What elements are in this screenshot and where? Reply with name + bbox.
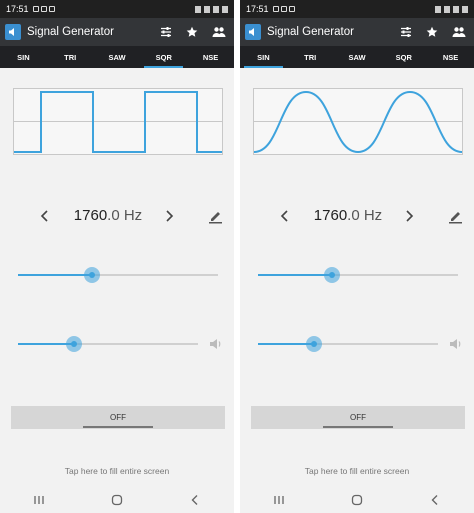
phone-screen-right: 17:51 Signal Generator SIN TRI SAW SQR N… (240, 0, 474, 513)
volume-slider[interactable] (258, 334, 438, 354)
frequency-readout: 1760.0 Hz (58, 207, 158, 224)
tab-tri[interactable]: TRI (47, 46, 94, 68)
frequency-row: 1760.0 Hz (240, 204, 474, 230)
volume-slider[interactable] (18, 334, 198, 354)
status-bar: 17:51 (240, 0, 474, 18)
fill-screen-hint[interactable]: Tap here to fill entire screen (0, 466, 234, 476)
tab-sqr[interactable]: SQR (380, 46, 427, 68)
tab-sin[interactable]: SIN (0, 46, 47, 68)
app-bar: Signal Generator (0, 18, 234, 46)
home-icon[interactable] (111, 494, 123, 506)
chevron-left-icon[interactable] (278, 209, 292, 223)
recents-icon[interactable] (273, 495, 285, 505)
system-nav-bar (240, 486, 474, 513)
tab-sin[interactable]: SIN (240, 46, 287, 68)
system-nav-bar (0, 486, 234, 513)
frequency-integer: 1760 (313, 207, 348, 224)
star-icon[interactable] (426, 26, 438, 38)
app-bar: Signal Generator (240, 18, 474, 46)
frequency-slider[interactable] (258, 265, 458, 285)
notification-icons (272, 6, 295, 12)
tab-tri[interactable]: TRI (287, 46, 334, 68)
app-title: Signal Generator (27, 26, 114, 38)
off-button[interactable]: OFF (11, 406, 225, 429)
status-time: 17:51 (246, 4, 269, 14)
waveform-tabs: SIN TRI SAW SQR NSE (0, 46, 234, 68)
home-icon[interactable] (351, 494, 363, 506)
slider-fill (258, 274, 332, 276)
equalizer-icon[interactable] (160, 26, 172, 38)
app-logo-icon (5, 24, 21, 40)
pencil-icon[interactable] (448, 209, 463, 224)
slider-fill (18, 274, 92, 276)
slider-thumb[interactable] (324, 267, 340, 283)
frequency-fraction-unit: .0 Hz (107, 207, 143, 224)
chevron-right-icon[interactable] (402, 209, 416, 223)
tab-sqr[interactable]: SQR (140, 46, 187, 68)
waveform-display (253, 88, 463, 155)
tab-saw[interactable]: SAW (94, 46, 141, 68)
fill-screen-hint[interactable]: Tap here to fill entire screen (240, 466, 474, 476)
equalizer-icon[interactable] (400, 26, 412, 38)
off-button[interactable]: OFF (251, 406, 465, 429)
slider-thumb[interactable] (84, 267, 100, 283)
tab-nse[interactable]: NSE (427, 46, 474, 68)
frequency-row: 1760.0 Hz (0, 204, 234, 230)
status-bar: 17:51 (0, 0, 234, 18)
back-icon[interactable] (429, 494, 441, 506)
recents-icon[interactable] (33, 495, 45, 505)
slider-thumb[interactable] (305, 336, 322, 352)
status-time: 17:51 (6, 4, 29, 14)
frequency-slider[interactable] (18, 265, 218, 285)
system-status-icons (195, 5, 228, 13)
volume-icon (210, 339, 221, 349)
chevron-right-icon[interactable] (162, 209, 176, 223)
slider-thumb[interactable] (65, 336, 82, 352)
frequency-readout: 1760.0 Hz (298, 207, 398, 224)
tab-nse[interactable]: NSE (187, 46, 234, 68)
tab-saw[interactable]: SAW (334, 46, 381, 68)
phone-screen-left: 17:51 Signal Generator SIN TRI SAW SQR N… (0, 0, 234, 513)
waveform-display (13, 88, 223, 155)
app-title: Signal Generator (267, 26, 354, 38)
app-logo-icon (245, 24, 261, 40)
frequency-fraction-unit: .0 Hz (347, 207, 383, 224)
chevron-left-icon[interactable] (38, 209, 52, 223)
system-status-icons (435, 5, 468, 13)
star-icon[interactable] (186, 26, 198, 38)
people-icon[interactable] (452, 26, 466, 38)
waveform-tabs: SIN TRI SAW SQR NSE (240, 46, 474, 68)
volume-icon (450, 339, 461, 349)
back-icon[interactable] (189, 494, 201, 506)
frequency-integer: 1760 (73, 207, 108, 224)
people-icon[interactable] (212, 26, 226, 38)
notification-icons (32, 6, 55, 12)
pencil-icon[interactable] (208, 209, 223, 224)
